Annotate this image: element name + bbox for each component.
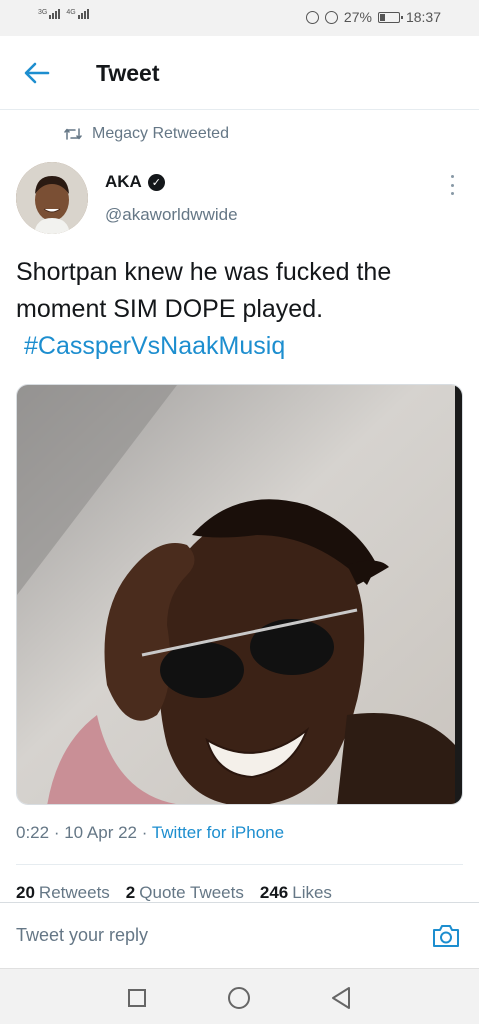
separator: · bbox=[141, 823, 152, 842]
separator: · bbox=[53, 823, 65, 842]
retweet-icon bbox=[64, 128, 82, 140]
signal-indicators: 3G 4G bbox=[38, 9, 89, 19]
arrow-left-icon[interactable] bbox=[22, 60, 52, 86]
retweets-label: Retweets bbox=[38, 883, 110, 902]
likes-stat[interactable]: 246 Likes bbox=[260, 883, 332, 903]
tweet-source-link[interactable]: Twitter for iPhone bbox=[152, 823, 284, 842]
page-title: Tweet bbox=[96, 60, 160, 86]
author-name[interactable]: AKA ✓ bbox=[105, 172, 165, 192]
network-type-label: 4G bbox=[66, 9, 76, 16]
retweets-stat[interactable]: 20 Retweets bbox=[16, 883, 110, 903]
likes-label: Likes bbox=[292, 883, 332, 902]
signal-icon: 3G bbox=[38, 9, 61, 19]
tweet-stats: 20 Retweets 2 Quote Tweets 246 Likes bbox=[16, 883, 332, 903]
tweet-media-image[interactable] bbox=[16, 384, 463, 805]
avatar-image bbox=[16, 162, 88, 234]
reply-input[interactable]: Tweet your reply bbox=[16, 925, 148, 946]
recent-apps-icon[interactable] bbox=[128, 989, 146, 1007]
quotes-count: 2 bbox=[125, 883, 136, 902]
likes-count: 246 bbox=[259, 883, 289, 902]
home-icon[interactable] bbox=[228, 987, 250, 1009]
verified-badge-icon: ✓ bbox=[147, 173, 165, 191]
alarm-icon bbox=[324, 10, 338, 24]
retweets-count: 20 bbox=[16, 883, 35, 902]
more-options-icon[interactable] bbox=[446, 175, 458, 195]
tweet-text: Shortpan knew he was fucked the moment S… bbox=[16, 254, 466, 365]
camera-icon[interactable] bbox=[431, 923, 461, 949]
quotes-label: Quote Tweets bbox=[139, 883, 244, 902]
quotes-stat[interactable]: 2 Quote Tweets bbox=[126, 883, 244, 903]
retweet-context[interactable]: Megacy Retweeted bbox=[64, 125, 229, 143]
avatar[interactable] bbox=[16, 162, 88, 234]
status-right: 27% 18:37 bbox=[305, 9, 441, 25]
data-saver-icon bbox=[305, 10, 319, 24]
battery-icon bbox=[377, 11, 403, 23]
tweet-meta: 0:22 · 10 Apr 22 · Twitter for iPhone bbox=[16, 823, 284, 843]
status-bar: 3G 4G 27% 18:37 bbox=[0, 0, 479, 36]
author-name-text: AKA bbox=[105, 172, 142, 191]
tweet-time: 0:22 bbox=[16, 823, 50, 842]
network-type-label: 3G bbox=[38, 9, 48, 16]
media-photo bbox=[17, 385, 462, 804]
tweet-body: Shortpan knew he was fucked the moment S… bbox=[16, 258, 392, 323]
battery-percent: 27% bbox=[343, 9, 372, 25]
hashtag-link[interactable]: #CassperVsNaakMusiq bbox=[16, 328, 466, 365]
reply-bar: Tweet your reply bbox=[0, 902, 479, 968]
app-header: Tweet bbox=[0, 36, 479, 110]
back-triangle-icon[interactable] bbox=[330, 986, 352, 1010]
divider bbox=[16, 864, 463, 865]
tweet-date: 10 Apr 22 bbox=[64, 823, 137, 842]
clock: 18:37 bbox=[405, 9, 441, 25]
retweet-label: Megacy Retweeted bbox=[92, 125, 229, 142]
system-nav-bar bbox=[0, 968, 479, 1024]
signal-icon: 4G bbox=[66, 9, 89, 19]
author-handle[interactable]: @akaworldwwide bbox=[105, 205, 238, 225]
